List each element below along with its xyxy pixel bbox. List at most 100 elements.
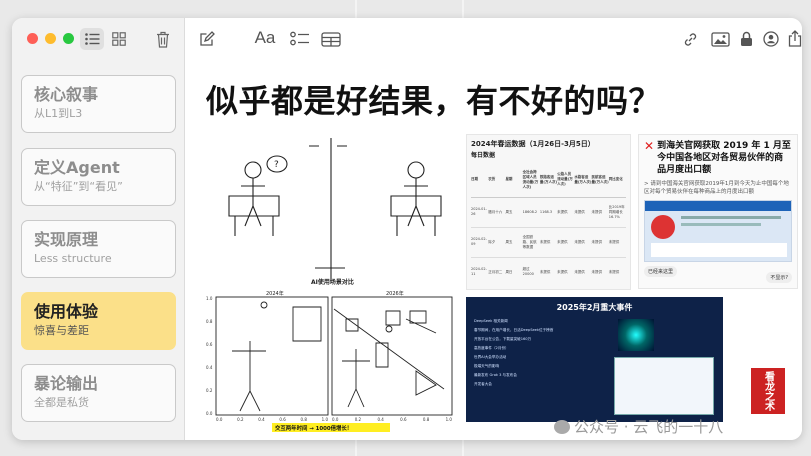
customs-task-image: ✕ 到海关官网获取 2019 年 1 月至今中国各地区对各贸易伙伴的商品月度出口…: [638, 134, 798, 289]
format-button[interactable]: Aa: [252, 27, 278, 49]
x-tick-label: 0.6: [400, 417, 407, 422]
table-cell: 超过20000: [522, 267, 534, 277]
table-cell: 未提供: [608, 269, 620, 274]
list-view-button[interactable]: [80, 28, 104, 50]
spring-travel-table-image: 2024年春运数据（1月26日-3月5日） 每日数据 日期 农历 星期 全社会跨…: [466, 134, 631, 290]
compose-button[interactable]: [197, 29, 217, 49]
table-cell: 未提供: [591, 269, 603, 274]
media-button[interactable]: [709, 28, 731, 50]
y-tick-label: 0.6: [206, 342, 213, 347]
table-cell: 未提供: [591, 209, 603, 214]
y-tick-label: 0.0: [206, 411, 213, 416]
sidebar-item-title: 核心叙事: [34, 85, 99, 104]
close-window-button[interactable]: [27, 33, 38, 44]
sidebar-item-subtitle: 全都是私货: [34, 396, 89, 409]
collaborate-button[interactable]: [760, 28, 782, 50]
table-row: 2024-02-09 除夕 周五 全国铁路、民航等数据 未提供 未提供 未提供 …: [471, 227, 626, 257]
note-editor: Aa 似乎都是好结果，有不好的吗？ ? AI使用场景对比 2024年 2026年…: [186, 18, 802, 440]
notes-window: 核心叙事 从L1到L3 定义Agent 从“特征”到“看见” 实现原理 Less…: [12, 18, 802, 440]
list-item: 极端天气的影响: [474, 364, 500, 368]
table-cell: 未提供: [608, 239, 620, 244]
grid-icon: [112, 32, 126, 46]
screenshot-thumbnail: [614, 357, 714, 415]
thought-bubble-text: ?: [274, 160, 279, 170]
x-tick-label: 1.0: [445, 417, 452, 422]
seal-stamp: 看龙之术: [751, 368, 785, 414]
customs-website-screenshot: [644, 200, 792, 262]
table-cell: 未提供: [539, 269, 551, 274]
column-header: 水路客运量(万人次): [574, 174, 592, 184]
customs-description: > 请到中国海关官网获取2019年1月到今天为止中国每个地区对每个贸易伙伴在每种…: [644, 181, 789, 195]
table-cell: 正月初二: [488, 269, 503, 274]
x-tick-label: 0.4: [377, 417, 384, 422]
x-tick-label: 0.8: [422, 417, 430, 422]
grid-view-button[interactable]: [107, 28, 131, 50]
slide-title: 似乎都是好结果，有不好的吗？: [206, 82, 662, 120]
table-cell: 1168.3: [539, 209, 553, 214]
plot-left-title: 2024年: [266, 290, 284, 297]
sidebar-item-define-agent[interactable]: 定义Agent 从“特征”到“看见”: [21, 148, 176, 206]
zoom-window-button[interactable]: [63, 33, 74, 44]
table-cell: 周五: [505, 239, 513, 244]
table-row: 2024-02-11 正月初二 周日 超过20000 未提供 未提供 未提供 未…: [471, 257, 626, 287]
watermark-text: 公众号 · 云飞的一十八: [554, 416, 723, 437]
data-table: 日期 农历 星期 全社会跨区域人员流动量(万人次) 铁路客运量(万人次) 公路人…: [471, 163, 626, 287]
minimize-window-button[interactable]: [45, 33, 56, 44]
stick-figure-drawing: ? AI使用场景对比: [228, 138, 442, 286]
sidebar-item-subtitle: 从L1到L3: [34, 107, 83, 120]
sidebar-item-user-experience[interactable]: 使用体验 惊喜与差距: [21, 292, 176, 350]
link-icon: [684, 32, 696, 46]
table-cell: 周日: [505, 269, 513, 274]
watermark-label: 公众号 · 云飞的一十八: [574, 418, 724, 436]
status-bubble-left: 已经来这里: [644, 266, 678, 277]
table-cell: 未提供: [557, 239, 568, 244]
link-button[interactable]: [680, 29, 700, 49]
delete-note-button[interactable]: [151, 28, 175, 50]
list-item: 开放平台在公告，下载量突破160万: [474, 337, 532, 341]
table-icon: [321, 31, 341, 47]
wechat-icon: [554, 419, 570, 434]
table-cell: 18608.2: [522, 209, 538, 214]
y-tick-label: 0.2: [206, 388, 213, 393]
table-cell: 除夕: [488, 239, 496, 244]
table-cell: 未提供: [574, 209, 585, 214]
sidebar-item-title: 使用体验: [34, 302, 99, 321]
table-cell: 未提供: [557, 209, 568, 214]
x-tick-label: 0.8: [300, 417, 307, 422]
list-item: 世界AI大会举办活动: [474, 355, 507, 359]
photo-icon: [710, 31, 730, 47]
share-icon: [788, 29, 802, 47]
sidebar-item-hot-takes[interactable]: 暴论输出 全都是私货: [21, 364, 176, 422]
x-tick-label: 1.0: [321, 417, 328, 422]
status-bubble-right: 不显示?: [766, 272, 792, 283]
lock-button[interactable]: [736, 28, 756, 50]
share-button[interactable]: [784, 27, 802, 49]
table-button[interactable]: [319, 29, 343, 49]
table-cell: 2024-02-09: [471, 237, 487, 246]
list-item: 春节期间，在用户增长，日活DeepSeek位于榜首: [474, 328, 554, 332]
sidebar-item-title: 暴论输出: [34, 374, 99, 393]
sidebar-item-implementation[interactable]: 实现原理 Less structure: [21, 220, 176, 278]
list-item: DeepSeek 相关新闻: [474, 319, 508, 323]
sidebar-item-subtitle: 从“特征”到“看见”: [34, 180, 123, 193]
plot-y-ticks: 1.0 0.8 0.6 0.4 0.2 0.0: [206, 295, 215, 417]
table-cell: 比2019年同期增长16.7%: [608, 204, 625, 219]
column-header: 全社会跨区域人员流动量(万人次): [522, 169, 539, 189]
list-item: 最新发布 Grok 3 与发布会: [474, 373, 517, 377]
plot-left-x-ticks: 0.0 0.2 0.4 0.6 0.8 1.0: [216, 416, 328, 423]
table-row: 2024-01-26 腊月十六 周五 18608.2 1168.3 未提供 未提…: [471, 197, 626, 227]
list-item: 高热度事件（2月份）: [474, 346, 509, 350]
sidebar: 核心叙事 从L1到L3 定义Agent 从“特征”到“看见” 实现原理 Less…: [12, 18, 185, 440]
sidebar-item-title: 定义Agent: [34, 158, 120, 177]
table-cell: 周五: [505, 209, 513, 214]
checklist-button[interactable]: [288, 29, 312, 49]
lock-icon: [740, 31, 752, 46]
table-cell: 腊月十六: [488, 209, 503, 214]
y-tick-label: 0.8: [206, 319, 213, 324]
sidebar-item-core-narrative[interactable]: 核心叙事 从L1到L3: [21, 75, 176, 133]
plot-right-x-ticks: 0.0 0.2 0.4 0.6 0.8 1.0: [332, 416, 452, 423]
plot-right-title: 2026年: [386, 290, 404, 297]
events-deck-image: 2025年2月重大事件 DeepSeek 相关新闻 春节期间，在用户增长，日活D…: [466, 297, 723, 422]
sidebar-item-subtitle: 惊喜与差距: [34, 324, 89, 337]
table-cell: 2024-01-26: [471, 207, 487, 216]
